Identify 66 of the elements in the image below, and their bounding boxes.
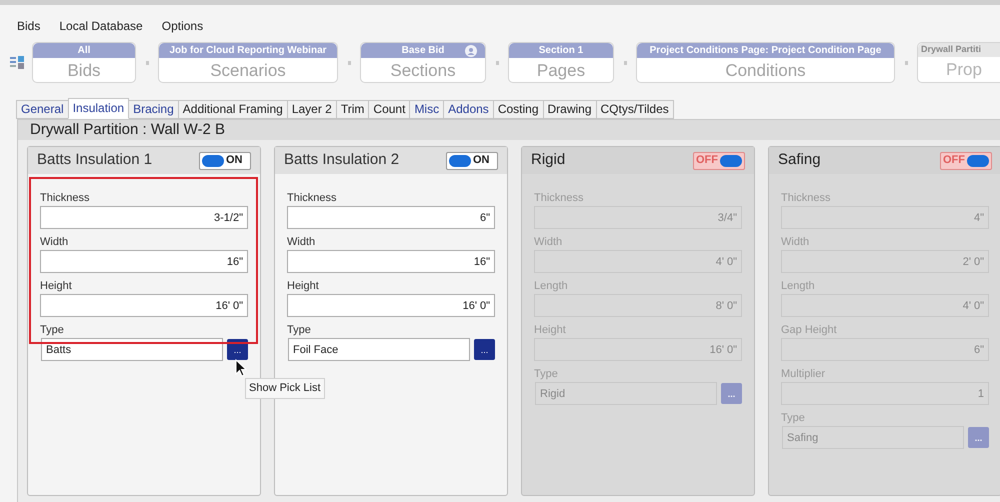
field-label: Thickness xyxy=(40,191,90,205)
input-field[interactable]: 6" xyxy=(287,206,495,229)
field-label: Width xyxy=(781,235,810,249)
field-label: Height xyxy=(534,323,566,337)
input-field[interactable]: 16' 0" xyxy=(40,294,248,317)
input-field[interactable]: 16' 0" xyxy=(287,294,495,317)
type-field[interactable]: Foil Face xyxy=(288,338,470,361)
step-caption: Job for Cloud Reporting Webinar xyxy=(169,44,327,58)
step-label: Conditions xyxy=(725,60,806,82)
tab[interactable]: Costing xyxy=(492,100,544,119)
panel-title: Drywall Partition : Wall W-2 B xyxy=(18,120,1000,140)
tab[interactable]: CQtys/Tildes xyxy=(596,100,674,119)
tab[interactable]: Count xyxy=(368,100,410,119)
field-label: Type xyxy=(781,411,805,425)
menu-item[interactable]: Bids xyxy=(17,17,40,39)
field-label: Width xyxy=(287,235,316,249)
card-title: Batts Insulation 1 xyxy=(37,150,152,170)
step-label: Prop xyxy=(946,58,982,80)
step-label: Scenarios xyxy=(210,60,286,82)
field-label: Thickness xyxy=(287,191,337,205)
tab[interactable]: Bracing xyxy=(128,100,179,119)
type-field[interactable]: Batts xyxy=(41,338,223,361)
tab[interactable]: Drawing xyxy=(542,100,597,119)
step-caption: Drywall Partiti xyxy=(921,43,982,56)
step-caption: Project Conditions Page: Project Condition Page xyxy=(650,44,882,58)
tab[interactable]: General xyxy=(16,100,69,119)
pick-list-button[interactable]: ... xyxy=(474,339,495,360)
field-label: Width xyxy=(40,235,68,249)
card-title: Safing xyxy=(778,150,821,170)
tab[interactable]: Additional Framing xyxy=(178,100,288,119)
field-label: Thickness xyxy=(534,191,584,205)
pick-list-button[interactable]: ... xyxy=(227,339,248,360)
field-label: Gap Height xyxy=(781,323,837,337)
toggle-switch[interactable]: ON xyxy=(199,152,251,170)
field-label: Type xyxy=(534,367,558,381)
field-label: Length xyxy=(781,279,815,293)
field-label: Length xyxy=(534,279,568,293)
cursor-icon xyxy=(235,359,247,377)
tab[interactable]: Addons xyxy=(443,100,494,119)
tab[interactable]: Misc xyxy=(409,100,444,119)
tab[interactable]: Trim xyxy=(336,100,370,119)
field-label: Type xyxy=(40,323,64,337)
input-field[interactable]: 16" xyxy=(40,250,248,273)
field-label: Thickness xyxy=(781,191,831,205)
tooltip: Show Pick List xyxy=(245,378,325,398)
field-label: Multiplier xyxy=(781,367,826,381)
step-label: Pages xyxy=(536,60,586,82)
menu-item[interactable]: Options xyxy=(162,17,204,39)
toggle-switch[interactable]: ON xyxy=(446,152,498,170)
input-field[interactable]: 16" xyxy=(287,250,495,273)
step-label: Sections xyxy=(390,60,456,82)
tab[interactable]: Insulation xyxy=(68,98,130,119)
tab[interactable]: Layer 2 xyxy=(286,100,337,119)
field-label: Width xyxy=(534,235,562,249)
input-field[interactable]: 3-1/2" xyxy=(40,206,248,229)
grid-list-icon[interactable] xyxy=(10,56,26,70)
step-label: Bids xyxy=(67,60,101,82)
step-caption: All xyxy=(78,44,90,58)
step-caption: Base Bid xyxy=(402,44,444,58)
field-label: Type xyxy=(287,323,311,337)
card-title: Rigid xyxy=(531,150,566,170)
field-label: Height xyxy=(40,279,72,293)
menu-item[interactable]: Local Database xyxy=(59,17,143,39)
field-label: Height xyxy=(287,279,319,293)
step-caption: Section 1 xyxy=(538,44,584,58)
card-title: Batts Insulation 2 xyxy=(284,150,400,170)
